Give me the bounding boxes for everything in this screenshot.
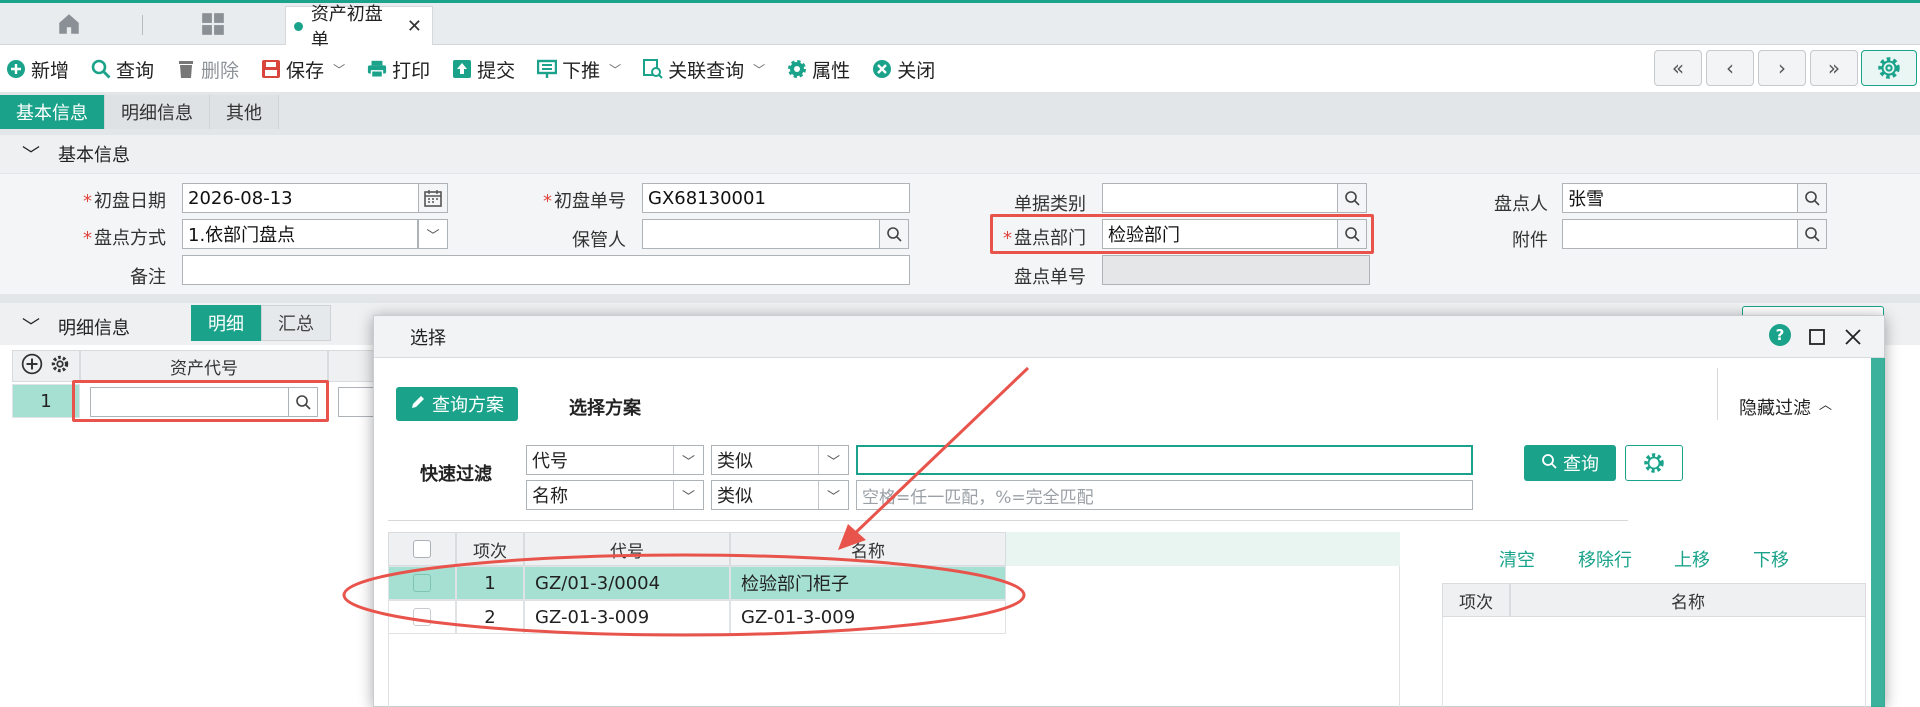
annotation-arrow-line — [848, 366, 1030, 540]
annotation-ellipse — [342, 553, 1026, 637]
annotation-overlay — [342, 366, 1030, 637]
